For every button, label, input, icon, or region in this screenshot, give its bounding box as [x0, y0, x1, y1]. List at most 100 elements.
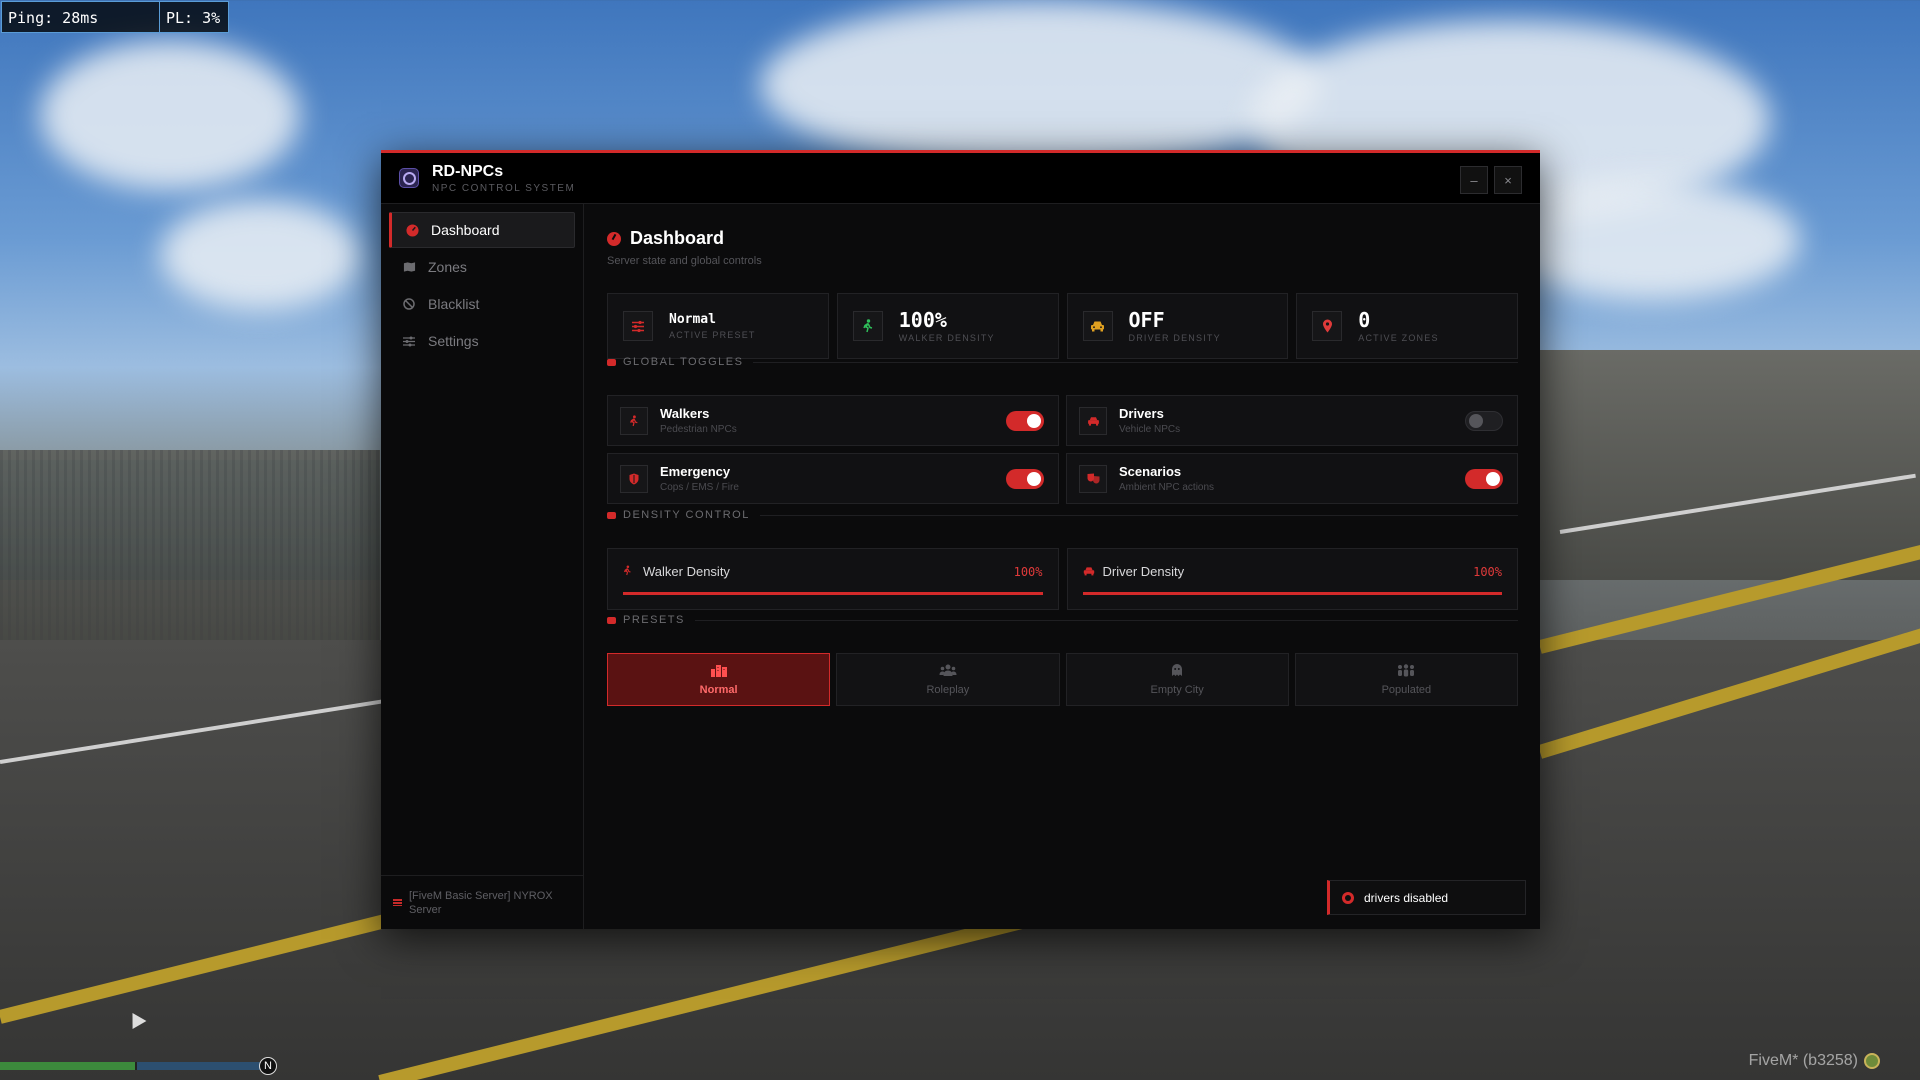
preset-roleplay-button[interactable]: Roleplay	[836, 653, 1060, 706]
stat-cards: Normal ACTIVE PRESET 100% WALKER DENSITY	[607, 293, 1518, 359]
stat-label: ACTIVE PRESET	[669, 329, 756, 340]
preset-label: Empty City	[1150, 684, 1204, 696]
masks-icon	[1079, 464, 1107, 493]
stat-card-active-preset: Normal ACTIVE PRESET	[607, 293, 829, 359]
page-title-text: Dashboard	[630, 228, 725, 248]
wand-icon	[607, 616, 616, 624]
sidebar: Dashboard Zones Blacklist Settings [Five…	[381, 204, 584, 929]
page-title: Dashboard	[607, 228, 762, 249]
toggle-description: Ambient NPC actions	[1119, 482, 1215, 493]
density-label: Walker Density	[643, 564, 730, 579]
car-icon	[1083, 565, 1095, 579]
walkers-toggle-switch[interactable]	[1006, 411, 1044, 431]
crowd-icon	[1397, 663, 1415, 680]
sidebar-item-blacklist[interactable]: Blacklist	[389, 286, 575, 322]
fivem-logo-icon	[1864, 1053, 1880, 1069]
ban-icon	[402, 297, 416, 311]
stat-card-driver-density: OFF DRIVER DENSITY	[1066, 293, 1289, 359]
sliders-icon	[402, 334, 416, 348]
stat-value: 0	[1358, 307, 1371, 332]
section-title: PRESETS	[623, 614, 685, 626]
section-title: GLOBAL TOGGLES	[623, 356, 744, 368]
sliders-icon	[623, 311, 653, 341]
slider-fill	[1082, 592, 1502, 595]
page-subtitle: Server state and global controls	[607, 255, 762, 267]
toggle-card-emergency: Emergency Cops / EMS / Fire	[607, 453, 1059, 504]
scenarios-toggle-switch[interactable]	[1465, 469, 1503, 489]
density-value: 100%	[1473, 564, 1502, 579]
city-icon	[710, 663, 728, 680]
driver-density-slider[interactable]	[1082, 592, 1502, 595]
sidebar-item-label: Blacklist	[428, 296, 480, 312]
compass-north-icon: N	[259, 1057, 277, 1075]
app-window: RD-NPCs NPC CONTROL SYSTEM – × Dashboard…	[381, 150, 1540, 929]
toggle-description: Cops / EMS / Fire	[660, 482, 739, 493]
server-name: [FiveM Basic Server] NYROX Server	[409, 889, 553, 916]
car-icon	[1079, 406, 1107, 435]
stat-label: DRIVER DENSITY	[1128, 332, 1221, 343]
toggle-title: Walkers	[660, 406, 710, 421]
walker-icon	[620, 406, 648, 435]
packet-loss-readout: PL: 3%	[160, 1, 229, 33]
preset-normal-button[interactable]: Normal	[607, 653, 831, 706]
drivers-toggle-switch[interactable]	[1465, 411, 1503, 431]
section-density-control: DENSITY CONTROL	[607, 509, 1518, 521]
section-presets: PRESETS	[607, 614, 1518, 626]
stat-label: ACTIVE ZONES	[1358, 332, 1439, 343]
toggle-card-walkers: Walkers Pedestrian NPCs	[607, 395, 1059, 446]
map-pin-icon	[1312, 311, 1343, 341]
sidebar-item-label: Zones	[428, 259, 467, 275]
minimize-button[interactable]: –	[1460, 166, 1488, 194]
slider-fill	[623, 592, 1043, 595]
ghost-icon	[1171, 663, 1183, 680]
sidebar-item-zones[interactable]: Zones	[389, 249, 575, 285]
title-bar[interactable]: RD-NPCs NPC CONTROL SYSTEM – ×	[381, 153, 1540, 204]
car-icon	[1082, 311, 1113, 341]
app-logo-icon	[399, 168, 419, 188]
toggle-description: Vehicle NPCs	[1119, 424, 1181, 435]
density-icon	[607, 511, 616, 519]
toggle-title: Scenarios	[1119, 464, 1182, 479]
server-name-footer: [FiveM Basic Server] NYROX Server	[381, 875, 583, 929]
preset-label: Roleplay	[926, 683, 970, 696]
walker-density-slider[interactable]	[623, 592, 1043, 595]
global-toggles: Walkers Pedestrian NPCs Drivers Vehicle …	[607, 395, 1518, 504]
density-value: 100%	[1013, 564, 1043, 579]
stat-card-active-zones: 0 ACTIVE ZONES	[1296, 293, 1518, 359]
sidebar-item-label: Settings	[428, 333, 479, 349]
map-icon	[402, 260, 416, 274]
preset-populated-button[interactable]: Populated	[1294, 653, 1518, 706]
sidebar-item-settings[interactable]: Settings	[389, 323, 575, 359]
fivem-build-tag: FiveM* (b3258)	[1749, 1052, 1880, 1070]
cloud	[40, 40, 300, 190]
preset-empty-city-button[interactable]: Empty City	[1065, 653, 1289, 706]
fivem-build-text: FiveM* (b3258)	[1748, 1052, 1858, 1069]
density-controls: Walker Density 100% Driver Density 100%	[607, 548, 1518, 610]
app-subtitle: NPC CONTROL SYSTEM	[432, 182, 576, 194]
density-label: Driver Density	[1102, 564, 1185, 579]
notification-toast: drivers disabled	[1327, 880, 1526, 915]
armor-bar	[137, 1062, 267, 1070]
toggle-icon	[607, 358, 616, 366]
users-icon	[939, 664, 957, 680]
barrier-wall-right	[1530, 350, 1920, 580]
gauge-icon	[607, 231, 621, 246]
walker-icon	[852, 311, 883, 341]
sidebar-item-dashboard[interactable]: Dashboard	[389, 212, 575, 248]
server-icon	[393, 899, 402, 906]
walker-density-card: Walker Density 100%	[607, 548, 1059, 610]
stat-value: 100%	[898, 307, 947, 332]
section-title: DENSITY CONTROL	[623, 509, 750, 521]
cloud	[760, 0, 1320, 170]
alert-circle-icon	[1342, 891, 1354, 904]
close-button[interactable]: ×	[1494, 166, 1522, 194]
cloud	[160, 200, 360, 310]
emergency-toggle-switch[interactable]	[1006, 469, 1044, 489]
toggle-title: Emergency	[660, 464, 731, 479]
ping-readout: Ping: 28ms	[1, 1, 160, 33]
toggle-title: Drivers	[1119, 406, 1164, 421]
minimap-status-bar	[0, 1062, 270, 1070]
shield-icon	[620, 464, 648, 493]
stat-label: WALKER DENSITY	[898, 332, 995, 343]
main-panel: Dashboard Server state and global contro…	[585, 204, 1540, 929]
